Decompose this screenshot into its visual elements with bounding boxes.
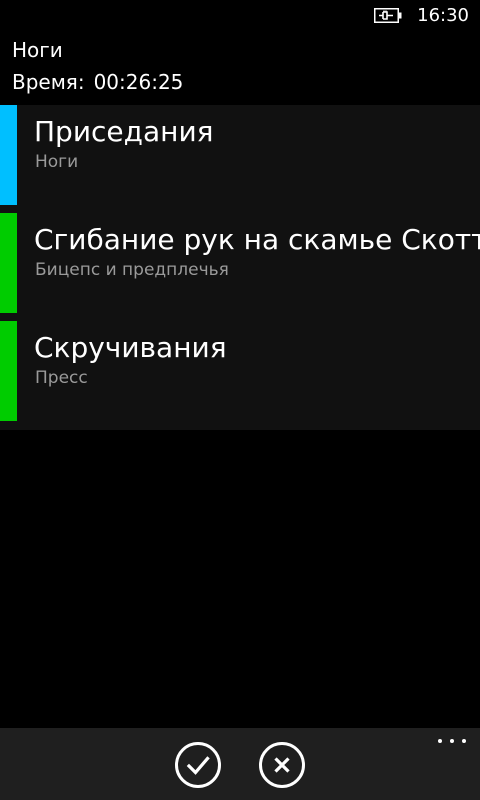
status-time: 16:30 — [417, 5, 469, 26]
exercise-name: Скручивания — [34, 331, 227, 364]
app-bar — [0, 728, 480, 800]
check-icon — [186, 756, 210, 775]
close-icon — [274, 757, 290, 773]
dot — [462, 739, 466, 743]
confirm-button[interactable] — [175, 742, 221, 788]
elapsed-time-label: Время: — [12, 70, 85, 94]
elapsed-time-value: 00:26:25 — [93, 70, 184, 94]
page-title: Ноги — [12, 38, 63, 62]
more-dots-icon[interactable] — [434, 734, 470, 748]
status-bar: 16:30 — [0, 0, 480, 32]
dot — [450, 739, 454, 743]
exercise-name: Приседания — [34, 115, 214, 148]
exercise-color-bar — [0, 213, 17, 313]
battery-charging-icon — [374, 8, 402, 23]
exercise-item-preacher-curl[interactable]: Сгибание рук на скамье Скотта Бицепс и п… — [0, 213, 480, 313]
exercise-name: Сгибание рук на скамье Скотта — [34, 223, 480, 256]
exercise-list: Приседания Ноги Сгибание рук на скамье С… — [0, 105, 480, 430]
elapsed-time-row: Время: 00:26:25 — [12, 69, 183, 95]
exercise-item-squats[interactable]: Приседания Ноги — [0, 105, 480, 205]
exercise-muscle-group: Бицепс и предплечья — [35, 260, 229, 280]
exercise-muscle-group: Ноги — [35, 152, 79, 172]
exercise-muscle-group: Пресс — [35, 368, 88, 388]
dot — [438, 739, 442, 743]
exercise-item-crunches[interactable]: Скручивания Пресс — [0, 321, 480, 421]
cancel-button[interactable] — [259, 742, 305, 788]
exercise-color-bar — [0, 321, 17, 421]
exercise-color-bar — [0, 105, 17, 205]
